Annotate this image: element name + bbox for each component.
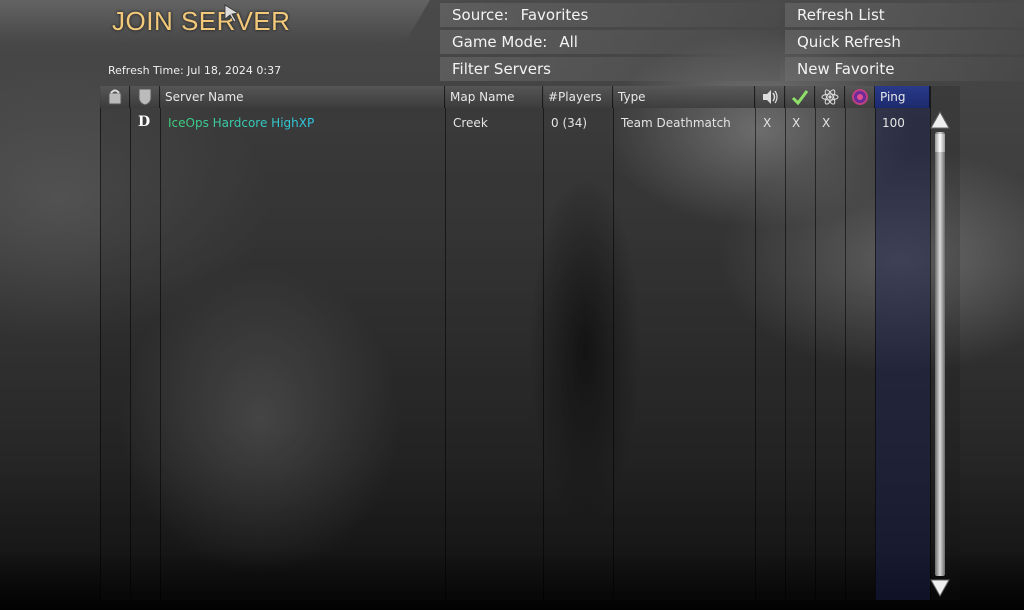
row-status-icon: D xyxy=(138,114,151,130)
column-lock xyxy=(100,86,130,600)
header-voice[interactable] xyxy=(755,86,785,108)
speaker-icon xyxy=(762,90,778,104)
header-type[interactable]: Type xyxy=(613,86,755,108)
row-ping: 100 xyxy=(882,116,905,130)
column-players xyxy=(543,86,613,600)
column-punkbuster xyxy=(845,86,875,600)
column-mod xyxy=(815,86,845,600)
header-mod[interactable] xyxy=(815,86,845,108)
lock-icon xyxy=(108,89,121,105)
filter-servers-button[interactable]: Filter Servers xyxy=(440,57,780,81)
header-players[interactable]: #Players xyxy=(543,86,613,108)
refresh-list-button[interactable]: Refresh List xyxy=(785,3,1024,27)
game-mode-value: All xyxy=(559,33,578,51)
header-status[interactable] xyxy=(130,86,160,108)
scroll-thumb[interactable] xyxy=(935,134,945,152)
refresh-time: Refresh Time: Jul 18, 2024 0:37 xyxy=(108,64,282,77)
column-map-name xyxy=(445,86,543,600)
column-pure xyxy=(785,86,815,600)
table-row[interactable] xyxy=(160,110,875,134)
game-mode-label: Game Mode: xyxy=(452,33,548,51)
column-voice xyxy=(755,86,785,600)
punkbuster-icon xyxy=(851,89,868,105)
column-server-name xyxy=(160,86,445,600)
header-server-name[interactable]: Server Name xyxy=(160,86,445,108)
header-pure[interactable] xyxy=(785,86,815,108)
column-ping xyxy=(875,86,930,600)
column-type xyxy=(613,86,755,600)
shield-icon xyxy=(138,88,151,106)
server-list-table: Server Name Map Name #Players Type Ping … xyxy=(100,86,960,600)
quick-refresh-label: Quick Refresh xyxy=(797,33,901,51)
checkmark-icon xyxy=(791,90,808,105)
mouse-cursor-icon xyxy=(224,4,240,22)
atom-icon xyxy=(821,89,838,105)
scrollbar[interactable] xyxy=(930,110,950,600)
source-value: Favorites xyxy=(520,6,589,24)
column-status xyxy=(130,86,160,600)
page-title: JOIN SERVER xyxy=(112,6,291,36)
source-button[interactable]: Source: Favorites xyxy=(440,3,780,27)
game-mode-button[interactable]: Game Mode: All xyxy=(440,30,780,54)
refresh-list-label: Refresh List xyxy=(797,6,885,24)
source-label: Source: xyxy=(452,6,509,24)
header-lock[interactable] xyxy=(100,86,130,108)
filter-servers-label: Filter Servers xyxy=(452,60,551,78)
header-punkbuster[interactable] xyxy=(845,86,875,108)
scroll-rail[interactable] xyxy=(935,132,945,576)
scroll-up-arrow-icon[interactable] xyxy=(930,110,950,130)
header-ping[interactable]: Ping xyxy=(875,86,930,108)
new-favorite-label: New Favorite xyxy=(797,60,895,78)
quick-refresh-button[interactable]: Quick Refresh xyxy=(785,30,1024,54)
new-favorite-button[interactable]: New Favorite xyxy=(785,57,1024,81)
scroll-down-arrow-icon[interactable] xyxy=(930,578,950,598)
header-map-name[interactable]: Map Name xyxy=(445,86,543,108)
